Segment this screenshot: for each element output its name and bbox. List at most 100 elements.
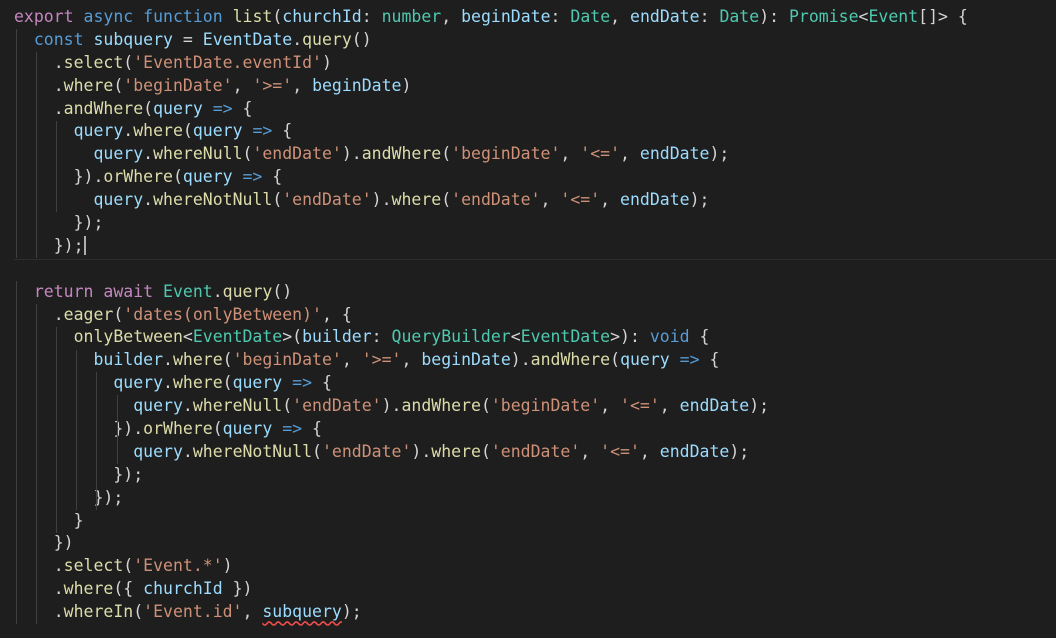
code-token: list [232,7,273,26]
code-line[interactable]: onlyBetween<EventDate>(builder: QueryBui… [14,326,1056,349]
code-token: query [222,281,273,301]
code-token: . [163,373,173,393]
code-token: 'endDate' [282,190,372,210]
code-line[interactable]: query.where(query => { [14,372,1056,395]
code-token: { [302,419,322,439]
code-token: , [600,396,621,416]
code-line[interactable]: } [14,510,1056,533]
code-token: Date [570,7,611,26]
code-token: builder [302,327,372,347]
code-token: Event [868,7,919,26]
code-line[interactable]: export async function list(churchId: num… [14,6,1056,29]
code-line[interactable]: const subquery = EventDate.query() [14,29,1056,52]
code-token: }). [14,419,144,439]
code-token: whereNull [192,396,283,416]
code-token: : [361,7,382,26]
code-token: >( [282,327,303,347]
code-token: query [133,396,183,416]
code-line[interactable]: return await Event.query() [14,281,1056,304]
code-token: whereIn [63,602,134,622]
code-token: builder [93,350,164,370]
code-editor[interactable]: export async function list(churchId: num… [0,0,1056,638]
code-area[interactable]: export async function list(churchId: num… [14,6,1056,624]
code-token: , [600,190,621,210]
code-token: ( [222,373,233,393]
code-token: : [371,327,392,347]
indent-guide [76,349,78,510]
code-token: 'endDate' [451,190,541,210]
code-token: where [172,350,223,370]
code-line[interactable] [14,258,1056,281]
code-token: ); [341,602,362,622]
code-line[interactable]: .select('Event.*') [14,555,1056,578]
code-token: ). [411,441,432,461]
code-line[interactable]: query.whereNotNull('endDate').where('end… [14,441,1056,464]
code-token: ( [133,602,144,622]
code-token: export [14,7,74,26]
code-token: 'Event.*' [133,556,223,576]
code-token: EventDate [192,327,283,347]
code-line[interactable]: }); [14,234,1056,258]
code-token: => [292,373,313,393]
code-line[interactable]: }) [14,532,1056,555]
code-token: , [560,144,581,164]
code-token: , [232,75,253,95]
code-token: '>=' [252,75,293,95]
code-token: . [182,441,193,461]
code-token: 'endDate' [292,396,382,416]
code-token: query [302,29,352,49]
code-token: andWhere [401,396,481,416]
code-token: endDate [620,190,690,210]
code-line[interactable]: }); [14,212,1056,235]
code-line[interactable]: .select('EventDate.eventId') [14,52,1056,75]
code-token: () [272,281,293,301]
code-line[interactable]: query.whereNull('endDate').andWhere('beg… [14,395,1056,418]
code-line[interactable]: builder.where('beginDate', '>=', beginDa… [14,349,1056,372]
code-line[interactable]: }).orWhere(query => { [14,166,1056,189]
code-line[interactable]: .where({ churchId }) [14,578,1056,601]
code-token: ( [113,75,124,95]
code-line[interactable]: }); [14,464,1056,487]
code-token: select [63,52,124,72]
code-token: Event [163,281,213,301]
code-token: }) [14,533,74,553]
code-token: { [689,327,710,347]
code-token: }); [14,235,84,255]
code-line[interactable]: .eager('dates(onlyBetween)', { [14,304,1056,327]
code-token: '<=' [600,441,640,461]
code-token: '<=' [560,190,601,210]
code-line[interactable]: .where('beginDate', '>=', beginDate) [14,75,1056,98]
code-token: endDate [639,144,710,164]
code-token: ( [172,167,183,187]
code-token: () [351,29,372,49]
code-token: churchId [282,7,362,26]
code-token: whereNotNull [192,441,313,461]
code-line[interactable]: query.whereNotNull('endDate').where('end… [14,189,1056,212]
code-token: EventDate [202,29,293,49]
code-token: . [14,602,64,622]
code-token: query [113,373,164,393]
code-line[interactable]: .whereIn('Event.id', subquery); [14,601,1056,624]
code-token: ); [729,441,750,461]
code-token: orWhere [103,167,173,187]
code-line[interactable]: }).orWhere(query => { [14,418,1056,441]
code-token: where [133,121,183,141]
code-token: andWhere [63,98,144,118]
code-token: < [510,327,521,347]
code-token: andWhere [361,144,442,164]
code-token: orWhere [143,419,213,439]
code-token: query [73,121,124,141]
code-token: . [14,75,64,95]
code-token: { [262,167,283,187]
code-line[interactable]: query.where(query => { [14,120,1056,143]
code-line[interactable]: }); [14,487,1056,510]
code-line[interactable]: query.whereNull('endDate').andWhere('beg… [14,143,1056,166]
code-token: ( [182,121,193,141]
code-line[interactable]: .andWhere(query => { [14,98,1056,121]
